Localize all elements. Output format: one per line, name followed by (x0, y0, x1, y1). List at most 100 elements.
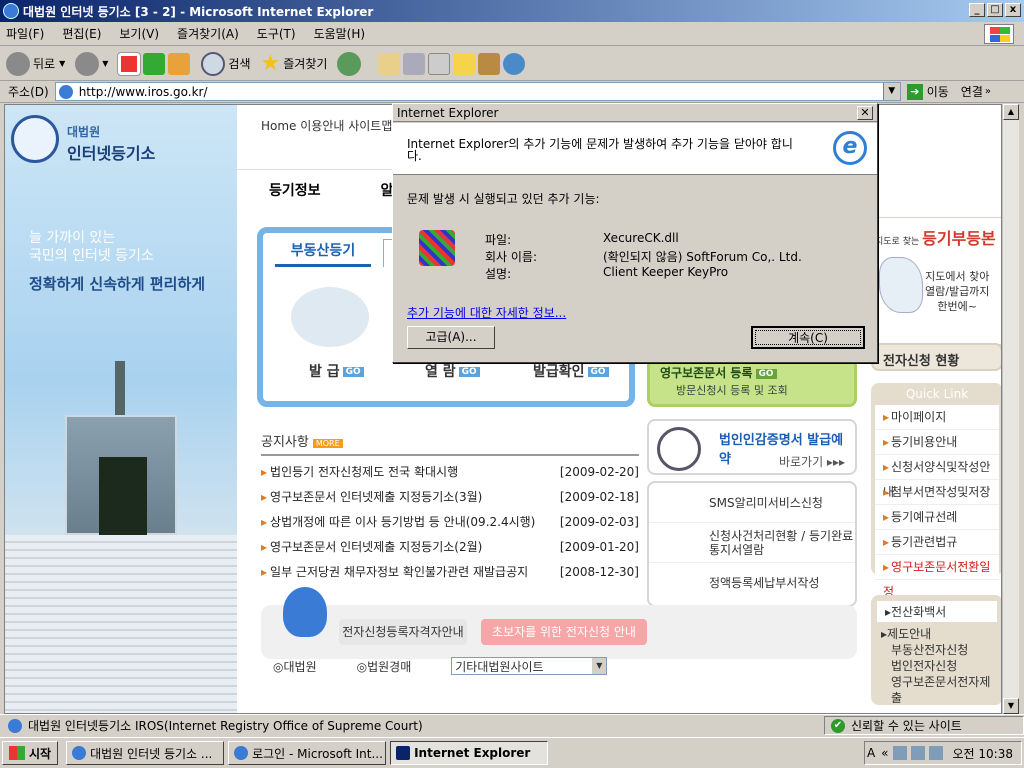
go-button[interactable]: ➔ 이동 (906, 83, 949, 100)
back-button[interactable]: 뒤로 ▼ (6, 51, 65, 76)
windows-logo-icon (984, 24, 1014, 44)
address-dropdown-icon[interactable]: ▼ (882, 83, 900, 100)
mail-icon[interactable] (378, 52, 401, 75)
quick-link-item[interactable]: 등기비용안내 (875, 430, 999, 455)
search-button[interactable]: 검색 (201, 51, 251, 76)
research-icon[interactable] (478, 52, 501, 75)
verify-link[interactable]: 발급확인 GO (533, 361, 609, 381)
issue-link[interactable]: 발 급 GO (309, 361, 364, 381)
links-button[interactable]: 연결 (961, 83, 983, 100)
statue-image (115, 361, 125, 415)
menu-file[interactable]: 파일(F) (6, 25, 44, 42)
discuss-icon[interactable] (453, 52, 476, 75)
notice-item[interactable]: 법인등기 전자신청제도 전국 확대시행[2009-02-20] (261, 460, 639, 485)
info-item[interactable]: 영구보존문서전자제출 (877, 674, 997, 706)
home-icon[interactable] (168, 52, 191, 75)
more-button[interactable]: MORE (312, 439, 343, 448)
seal-reservation-card[interactable]: 법인인감증명서 발급예약 바로가기 ▸▸▸ (647, 419, 857, 475)
case-status-link[interactable]: 신청사건처리현황 / 등기완료통지서열람 (649, 523, 855, 563)
tab-realestate[interactable]: 부동산등기 (275, 235, 371, 267)
trusted-check-icon: ✔ (831, 718, 845, 733)
building-image (65, 415, 177, 535)
address-input[interactable]: http://www.iros.go.kr/ ▼ (54, 82, 901, 101)
quick-link-item[interactable]: 등기관련법규 (875, 530, 999, 555)
window-title: 대법원 인터넷 등기소 [3 - 2] - Microsoft Internet… (23, 4, 374, 19)
nav-registry-info[interactable]: 등기정보 (269, 180, 321, 200)
notice-item[interactable]: 상법개정에 따른 이사 등기방법 등 안내(09.2.4시행)[2009-02-… (261, 510, 639, 535)
printer-icon[interactable] (910, 746, 925, 760)
e-application-status[interactable]: 전자신청 현황 (871, 343, 1001, 371)
security-zone[interactable]: ✔ 신뢰할 수 있는 사이트 (824, 716, 1024, 735)
addon-info-link[interactable]: 추가 기능에 대한 자세한 정보... (407, 304, 566, 321)
sms-service-link[interactable]: SMS알리미서비스신청 (649, 483, 855, 523)
close-button[interactable]: x (1005, 3, 1021, 17)
info-item[interactable]: 법인전자신청 (877, 658, 997, 674)
menu-favorites[interactable]: 즐겨찾기(A) (177, 25, 239, 42)
ie-icon (3, 3, 19, 19)
menu-view[interactable]: 보기(V) (119, 25, 159, 42)
quick-link-item[interactable]: 첨부서면작성및저장 (875, 480, 999, 505)
vertical-scrollbar[interactable]: ▲ ▼ (1002, 104, 1019, 714)
addon-label: 문제 발생 시 실행되고 있던 추가 기능: (407, 192, 600, 206)
volume-icon[interactable] (928, 746, 943, 760)
edit-icon[interactable] (428, 52, 451, 75)
start-button[interactable]: 시작 (2, 741, 59, 765)
network-icon[interactable] (892, 746, 907, 760)
tax-form-link[interactable]: 정액등록세납부서작성 (649, 563, 855, 603)
info-panel: ▸전산화백서 ▸제도안내 부동산전자신청 법인전자신청 영구보존문서전자제출 (871, 595, 1001, 706)
maximize-button[interactable]: □ (987, 3, 1003, 17)
history-icon[interactable] (337, 51, 362, 76)
favorites-button[interactable]: ★ 즐겨찾기 (261, 51, 328, 76)
messenger-icon[interactable] (503, 52, 526, 75)
taskbar-item[interactable]: 대법원 인터넷 등기소 ... (66, 741, 225, 765)
status-bar: 대법원 인터넷등기소 IROS(Internet Registry Office… (0, 714, 1024, 736)
dialog-close-button[interactable]: ✕ (857, 106, 873, 120)
quick-link-item[interactable]: 마이페이지 (875, 405, 999, 430)
notice-item[interactable]: 영구보존문서 인터넷제출 지정등기소(2월)[2009-01-20] (261, 535, 639, 560)
scroll-up-icon[interactable]: ▲ (1003, 104, 1019, 120)
dialog-titlebar[interactable]: Internet Explorer (393, 104, 877, 122)
menu-tools[interactable]: 도구(T) (257, 25, 296, 42)
slogan: 늘 가까이 있는 국민의 인터넷 등기소 (29, 230, 154, 264)
taskbar-item[interactable]: 로그인 - Microsoft Int... (228, 741, 387, 765)
footer-links: ◎대법원 ◎법원경매 기타대법원사이트 ▼ (273, 657, 608, 675)
system-guide-title[interactable]: ▸제도안내 (877, 626, 997, 642)
scroll-down-icon[interactable]: ▼ (1003, 698, 1019, 714)
beginner-guide-button[interactable]: 초보자를 위한 전자신청 안내 (481, 619, 647, 645)
file-value: XecureCK.dll (603, 231, 679, 245)
steps-image (5, 535, 237, 713)
refresh-icon[interactable] (143, 52, 166, 75)
court-sites-select[interactable]: 기타대법원사이트 ▼ (451, 657, 608, 675)
advanced-button[interactable]: 고급(A)... (407, 326, 495, 349)
quick-link-item[interactable]: 등기예규선례 (875, 505, 999, 530)
taskbar-item-active[interactable]: Internet Explorer (390, 741, 549, 765)
quick-link-item[interactable]: 영구보존문서전환일정 (875, 555, 999, 599)
language-icon[interactable]: A (867, 746, 875, 760)
info-item[interactable]: 부동산전자신청 (877, 642, 997, 658)
continue-button[interactable]: 계속(C) (751, 326, 865, 349)
window-titlebar[interactable]: 대법원 인터넷 등기소 [3 - 2] - Microsoft Internet… (0, 0, 1024, 22)
auction-link[interactable]: ◎법원경매 (357, 658, 432, 675)
notice-item[interactable]: 영구보존문서 인터넷제출 지정등기소(3월)[2009-02-18] (261, 485, 639, 510)
stop-icon[interactable] (117, 51, 142, 76)
menu-edit[interactable]: 편집(E) (62, 25, 101, 42)
print-icon[interactable] (403, 52, 426, 75)
quick-link-title: Quick Link (905, 387, 969, 401)
map-banner-title: 지도로 찾는 등기부등본 (875, 229, 996, 248)
top-nav[interactable]: Home 이용안내 사이트맵 (261, 117, 392, 134)
description-value: Client Keeper KeyPro (603, 265, 729, 279)
view-link[interactable]: 열 람 GO (425, 361, 480, 381)
supreme-court-link[interactable]: ◎대법원 (273, 658, 337, 675)
forward-button[interactable]: ▼ (75, 51, 108, 76)
map-banner-text: 지도에서 찾아 열람/발급까지 한번에~ (925, 270, 990, 313)
site-logo[interactable]: 대법원 인터넷등기소 (67, 123, 155, 164)
whitepaper-link[interactable]: ▸전산화백서 (877, 601, 997, 622)
middle-cards: 법인인감증명서 발급예약 바로가기 ▸▸▸ SMS알리미서비스신청 신청사건처리… (647, 419, 857, 607)
qualification-guide-button[interactable]: 전자신청등록자격자안내 (339, 619, 467, 645)
notice-title: 공지사항 (261, 435, 309, 450)
menu-help[interactable]: 도움말(H) (314, 25, 366, 42)
quick-link-item[interactable]: 신청서양식및작성안내 (875, 455, 999, 499)
minimize-button[interactable]: _ (969, 3, 985, 17)
address-bar: 주소(D) http://www.iros.go.kr/ ▼ ➔ 이동 연결 » (0, 81, 1024, 103)
notice-item[interactable]: 일부 근저당권 채무자정보 확인불가관련 재발급공지[2008-12-30] (261, 560, 639, 585)
